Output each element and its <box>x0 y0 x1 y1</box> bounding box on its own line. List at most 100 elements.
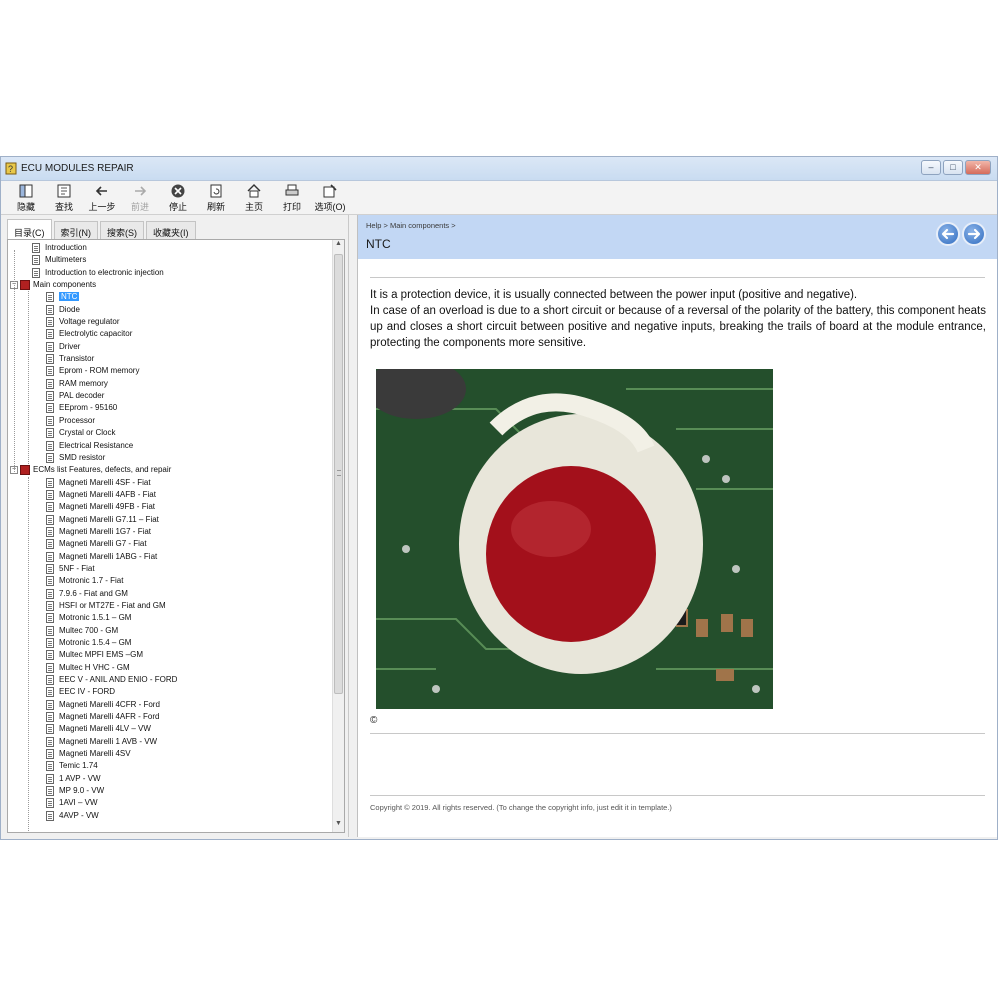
toolbar-stop-button[interactable]: 停止 <box>159 181 197 214</box>
tree-item[interactable]: 1 AVP - VW <box>8 773 332 785</box>
tree-item-label: HSFI or MT27E - Fiat and GM <box>59 600 166 610</box>
page-icon <box>46 736 54 747</box>
tree-item[interactable]: Magneti Marelli 4LV – VW <box>8 723 332 735</box>
toolbar-back-arrow-button[interactable]: 上一步 <box>83 181 121 214</box>
tree-item-label: NTC <box>59 292 80 302</box>
tree-item[interactable]: Magneti Marelli 1 AVB - VW <box>8 736 332 748</box>
next-page-button[interactable] <box>962 222 986 246</box>
title-bar[interactable]: ? ECU MODULES REPAIR – □ ✕ <box>1 157 997 181</box>
ntc-photo <box>376 369 773 709</box>
tree-item-label: Magneti Marelli 1G7 - Fiat <box>59 526 152 536</box>
tree-item[interactable]: Multec MPFI EMS –GM <box>8 649 332 661</box>
tree-item[interactable]: Multimeters <box>8 254 332 266</box>
window-title: ECU MODULES REPAIR <box>21 163 134 174</box>
previous-page-button[interactable] <box>936 222 960 246</box>
tree-item[interactable]: Magneti Marelli G7.11 – Fiat <box>8 514 332 526</box>
tree-item[interactable]: Magneti Marelli 4CFR - Ford <box>8 699 332 711</box>
page-icon <box>46 526 54 537</box>
tree-item[interactable]: Magneti Marelli 4AFB - Fiat <box>8 489 332 501</box>
tree-item-label: Driver <box>59 341 81 351</box>
tree-item[interactable]: Motronic 1.5.1 – GM <box>8 612 332 624</box>
scroll-up-icon[interactable]: ▲ <box>333 240 344 252</box>
tree-item[interactable]: Transistor <box>8 353 332 365</box>
tree-item[interactable]: Electrolytic capacitor <box>8 328 332 340</box>
tree-item[interactable]: Processor <box>8 415 332 427</box>
tree-item[interactable]: MP 9.0 - VW <box>8 785 332 797</box>
minimize-button[interactable]: – <box>921 160 941 175</box>
page-icon <box>32 267 40 278</box>
tab-index[interactable]: 索引(N) <box>53 221 98 239</box>
tree-item[interactable]: Temic 1.74 <box>8 760 332 772</box>
tree-item[interactable]: Diode <box>8 304 332 316</box>
tree-item-label: Magneti Marelli 4SV <box>59 749 131 759</box>
tree-item[interactable]: Magneti Marelli 1ABG - Fiat <box>8 551 332 563</box>
tree-item[interactable]: Crystal or Clock <box>8 427 332 439</box>
tree-item[interactable]: Magneti Marelli 1G7 - Fiat <box>8 526 332 538</box>
tab-contents[interactable]: 目录(C) <box>7 219 52 239</box>
tab-search[interactable]: 搜索(S) <box>100 221 144 239</box>
toolbar-forward-arrow-button[interactable]: 前进 <box>121 181 159 214</box>
page-icon <box>46 391 54 402</box>
tree-folder[interactable]: − Main components <box>8 279 332 291</box>
tree-item[interactable]: SMD resistor <box>8 452 332 464</box>
page-icon <box>46 415 54 426</box>
toolbar-print-button[interactable]: 打印 <box>273 181 311 214</box>
page-icon <box>46 304 54 315</box>
toolbar-home-button[interactable]: 主页 <box>235 181 273 214</box>
tree-item[interactable]: Magneti Marelli 4SF - Fiat <box>8 477 332 489</box>
tree-item[interactable]: 4AVP - VW <box>8 810 332 822</box>
tree-item[interactable]: Electrical Resistance <box>8 440 332 452</box>
tree-item[interactable]: Multec H VHC - GM <box>8 662 332 674</box>
tree-item-label: 7.9.6 - Fiat and GM <box>59 588 128 598</box>
tree-item[interactable]: Eprom - ROM memory <box>8 365 332 377</box>
tree-item[interactable]: Voltage regulator <box>8 316 332 328</box>
tree-item-label: Magneti Marelli 4AFR - Ford <box>59 712 160 722</box>
tree-item[interactable]: RAM memory <box>8 378 332 390</box>
tree-item[interactable]: Motronic 1.7 - Fiat <box>8 575 332 587</box>
tree-scrollbar[interactable]: ▲ ▼ <box>332 240 344 832</box>
page-icon <box>46 662 54 673</box>
middle-divider <box>370 733 985 734</box>
close-button[interactable]: ✕ <box>965 160 991 175</box>
tree-item[interactable]: 5NF - Fiat <box>8 563 332 575</box>
tree-item[interactable]: Magneti Marelli 4AFR - Ford <box>8 711 332 723</box>
toolbar-refresh-button[interactable]: 刷新 <box>197 181 235 214</box>
tree-item[interactable]: PAL decoder <box>8 390 332 402</box>
tree-item[interactable]: Introduction to electronic injection <box>8 267 332 279</box>
scroll-thumb[interactable] <box>334 254 343 694</box>
tree-item[interactable]: Motronic 1.5.4 – GM <box>8 637 332 649</box>
toolbar-locate-button[interactable]: 查找 <box>45 181 83 214</box>
toolbar-options-button[interactable]: 选项(O) <box>311 181 349 214</box>
tree-item[interactable]: Driver <box>8 341 332 353</box>
page-icon <box>46 786 54 797</box>
tree-item[interactable]: Magneti Marelli 49FB - Fiat <box>8 501 332 513</box>
tree-item[interactable]: HSFI or MT27E - Fiat and GM <box>8 600 332 612</box>
print-icon <box>285 184 299 196</box>
tree-item[interactable]: Multec 700 - GM <box>8 625 332 637</box>
tree-item-label: Electrolytic capacitor <box>59 329 133 339</box>
tab-favorites[interactable]: 收藏夹(I) <box>146 221 196 239</box>
tree-item-label: Magneti Marelli G7.11 – Fiat <box>59 514 159 524</box>
tree-item[interactable]: 7.9.6 - Fiat and GM <box>8 588 332 600</box>
toolbar-hide-button[interactable]: 隐藏 <box>7 181 45 214</box>
tree-item[interactable]: EEC IV - FORD <box>8 686 332 698</box>
tree-item[interactable]: Magneti Marelli 4SV <box>8 748 332 760</box>
tree-item[interactable]: Introduction <box>8 242 332 254</box>
tree-item[interactable]: Magneti Marelli G7 - Fiat <box>8 538 332 550</box>
breadcrumb[interactable]: Help > Main components > <box>366 221 456 230</box>
maximize-button[interactable]: □ <box>943 160 963 175</box>
tree-item-label: PAL decoder <box>59 391 105 401</box>
tree-item-label: Magneti Marelli 4AFB - Fiat <box>59 489 156 499</box>
tree-item[interactable]: EEprom - 95160 <box>8 402 332 414</box>
page-icon <box>46 625 54 636</box>
page-icon <box>46 798 54 809</box>
tree-folder[interactable]: − ECMs list Features, defects, and repair <box>8 464 332 476</box>
tree-item-label: Multec H VHC - GM <box>59 662 130 672</box>
tree-item[interactable]: NTC <box>8 291 332 303</box>
page-icon <box>46 378 54 389</box>
page-icon <box>46 514 54 525</box>
tree-item[interactable]: 1AVI – VW <box>8 797 332 809</box>
tree-item[interactable]: EEC V - ANIL AND ENIO - FORD <box>8 674 332 686</box>
scroll-down-icon[interactable]: ▼ <box>333 820 344 832</box>
article-body: It is a protection device, it is usually… <box>370 287 986 351</box>
